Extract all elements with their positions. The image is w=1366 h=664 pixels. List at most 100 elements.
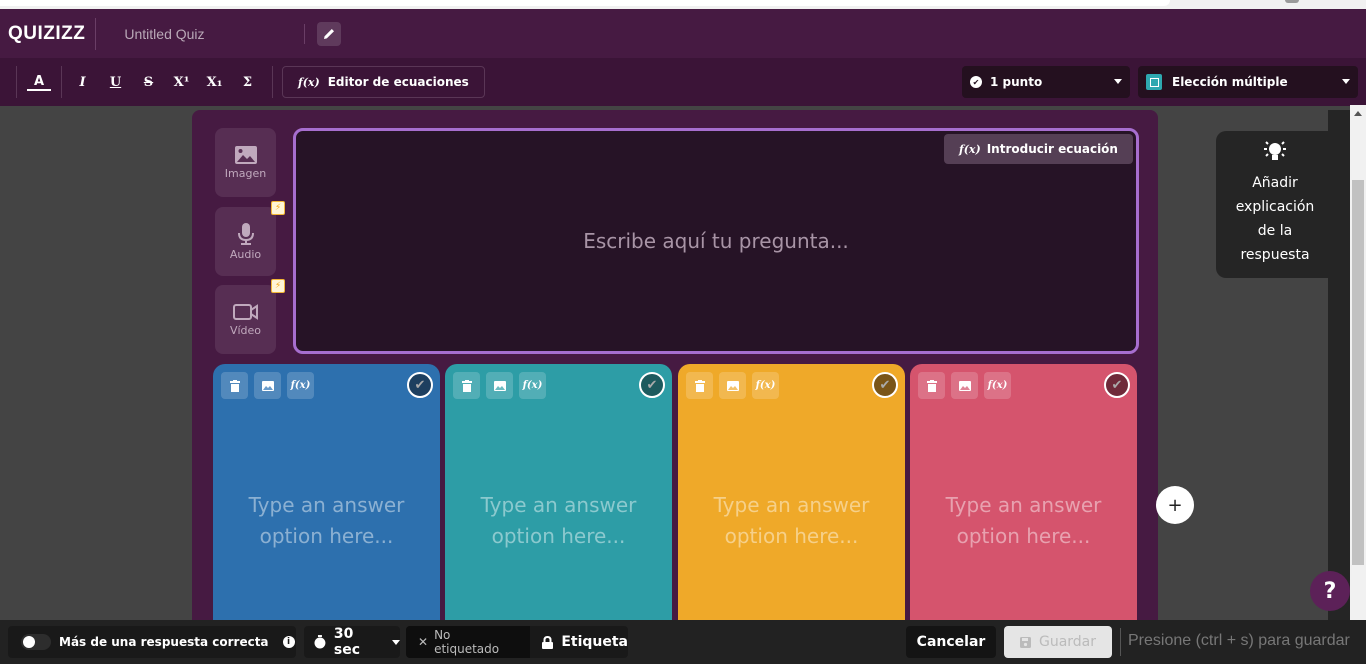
explanation-label-line-3: de la (1257, 223, 1293, 239)
text-color-button[interactable]: A (27, 74, 51, 91)
video-camera-icon (232, 303, 258, 320)
add-audio-button[interactable]: ⚡ Audio (215, 201, 285, 276)
trash-icon (694, 379, 705, 392)
multiple-correct-group: Más de una respuesta correcta i (8, 626, 296, 658)
video-label: Vídeo (229, 323, 262, 337)
explanation-label-line-2: explicación (1235, 199, 1315, 215)
add-video-button[interactable]: ⚡ Vídeo (215, 279, 285, 354)
insert-equation-label: Introducir ecuación (986, 142, 1118, 156)
save-label: Guardar (1038, 634, 1097, 650)
question-input[interactable]: f(x) Introducir ecuación Escribe aquí tu… (293, 128, 1139, 354)
floppy-disk-icon (1019, 636, 1031, 648)
check-circle-icon: ✔ (970, 76, 982, 88)
delete-option-button[interactable] (686, 372, 713, 399)
explanation-label-line-1: Añadir (1252, 175, 1298, 191)
trash-icon (229, 379, 240, 392)
pencil-icon (324, 28, 335, 39)
multiple-correct-label: Más de una respuesta correcta (59, 635, 269, 649)
option-equation-button[interactable]: f(x) (287, 372, 314, 399)
add-option-image-button[interactable] (719, 372, 746, 399)
premium-bolt-icon: ⚡ (271, 279, 285, 293)
premium-bolt-icon: ⚡ (271, 201, 285, 215)
help-button[interactable]: ? (1310, 571, 1350, 611)
caret-down-icon (1114, 79, 1122, 84)
function-icon: f(x) (959, 142, 981, 156)
caret-down-icon (392, 639, 400, 645)
underline-button[interactable]: U (99, 75, 132, 90)
image-icon (726, 380, 739, 391)
top-bar: QUIZIZZ Untitled Quiz (0, 9, 1366, 58)
browser-tab-edge (0, 0, 1170, 6)
trash-icon (926, 379, 937, 392)
points-dropdown[interactable]: ✔ 1 punto (962, 66, 1130, 98)
image-icon (234, 145, 257, 164)
equation-editor-button[interactable]: f(x) Editor de ecuaciones (282, 66, 485, 98)
browser-chrome-strip (0, 0, 1366, 9)
vertical-scrollbar[interactable] (1350, 105, 1366, 620)
stopwatch-icon (314, 635, 326, 649)
bottom-bar: Más de una respuesta correcta i 30 sec ✕… (0, 620, 1366, 664)
add-image-button[interactable]: Imagen (215, 128, 276, 197)
image-icon (261, 380, 274, 391)
superscript-button[interactable]: X¹ (165, 75, 198, 90)
trash-icon (461, 379, 472, 392)
sigma-button[interactable]: Σ (231, 75, 264, 90)
toolbar-divider (16, 66, 17, 98)
answer-option-2[interactable]: f(x) ✔ Type an answer option here... (445, 364, 672, 630)
add-option-image-button[interactable] (254, 372, 281, 399)
lock-icon (542, 635, 554, 649)
toolbar-divider (272, 66, 273, 98)
edit-title-button[interactable] (317, 21, 342, 46)
answer-option-3[interactable]: f(x) ✔ Type an answer option here... (678, 364, 905, 630)
question-type-label: Elección múltiple (1172, 75, 1288, 89)
equation-editor-label: Editor de ecuaciones (327, 75, 469, 89)
save-button[interactable]: Guardar (1004, 626, 1112, 658)
save-shortcut-hint: Presione (ctrl + s) para guardar (1128, 632, 1350, 649)
italic-button[interactable]: I (66, 75, 99, 90)
explanation-label-line-4: respuesta (1240, 247, 1310, 263)
info-icon[interactable]: i (282, 636, 295, 648)
subscript-button[interactable]: X₁ (198, 75, 231, 90)
answer-option-4[interactable]: f(x) ✔ Type an answer option here... (910, 364, 1137, 630)
option-equation-button[interactable]: f(x) (752, 372, 779, 399)
delete-option-button[interactable] (221, 372, 248, 399)
no-tag-chip[interactable]: ✕ No etiquetado (406, 626, 531, 658)
answer-placeholder: Type an answer option here... (945, 493, 1102, 548)
scroll-up-arrow-icon[interactable] (1354, 111, 1362, 116)
mark-correct-checkbox[interactable]: ✔ (872, 372, 898, 398)
delete-option-button[interactable] (453, 372, 480, 399)
strikethrough-button[interactable]: S (132, 75, 165, 90)
question-type-dropdown[interactable]: Elección múltiple (1138, 66, 1358, 98)
image-icon (958, 380, 971, 391)
tag-group: ✕ No etiquetado Etiqueta (406, 626, 628, 658)
add-option-image-button[interactable] (951, 372, 978, 399)
mark-correct-checkbox[interactable]: ✔ (1104, 372, 1130, 398)
question-placeholder: Escribe aquí tu pregunta... (583, 229, 849, 253)
cancel-button[interactable]: Cancelar (906, 626, 996, 658)
multiple-correct-toggle[interactable] (21, 634, 51, 650)
mark-correct-checkbox[interactable]: ✔ (407, 372, 433, 398)
timer-dropdown[interactable]: 30 sec (304, 626, 400, 658)
quizizz-logo[interactable]: QUIZIZZ (8, 17, 97, 50)
no-tag-label: No etiquetado (434, 628, 500, 656)
add-option-image-button[interactable] (486, 372, 513, 399)
answer-option-1[interactable]: f(x) ✔ Type an answer option here... (213, 364, 440, 630)
add-answer-option-button[interactable]: + (1156, 486, 1194, 524)
tag-label: Etiqueta (561, 634, 628, 650)
image-label: Imagen (224, 166, 267, 180)
option-equation-button[interactable]: f(x) (519, 372, 546, 399)
quiz-title[interactable]: Untitled Quiz (124, 26, 306, 42)
tag-button[interactable]: Etiqueta (530, 634, 628, 650)
insert-equation-button[interactable]: f(x) Introducir ecuación (944, 134, 1133, 164)
add-explanation-button[interactable]: Añadir explicación de la respuesta (1216, 131, 1334, 278)
option-equation-button[interactable]: f(x) (984, 372, 1011, 399)
browser-profile-icon[interactable] (1285, 0, 1299, 3)
image-icon (493, 380, 506, 391)
toolbar-divider (61, 66, 62, 98)
save-hint-divider (1120, 628, 1121, 656)
delete-option-button[interactable] (918, 372, 945, 399)
mark-correct-checkbox[interactable]: ✔ (639, 372, 665, 398)
formatting-toolbar: A I U S X¹ X₁ Σ f(x) Editor de ecuacione… (0, 58, 1366, 106)
points-label: 1 punto (990, 75, 1043, 89)
scrollbar-thumb[interactable] (1352, 180, 1364, 565)
